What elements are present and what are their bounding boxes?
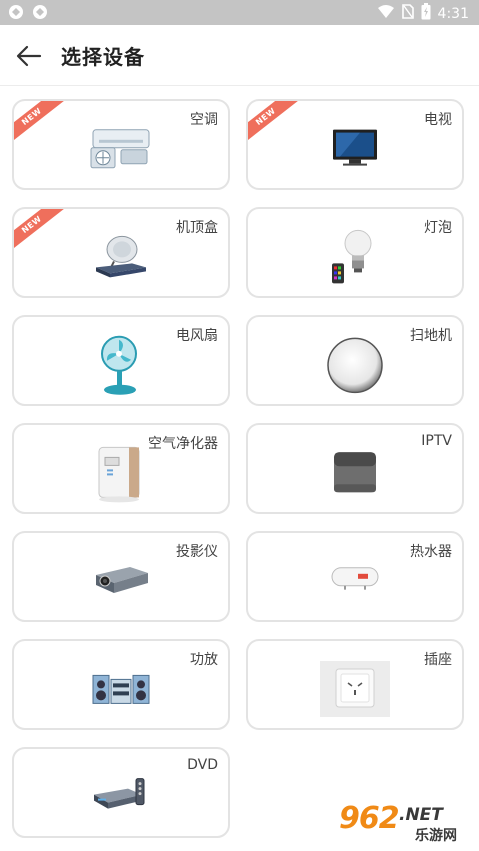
device-card-electric-fan[interactable]: 电风扇: [12, 315, 230, 406]
device-label: 插座: [424, 652, 452, 668]
water-heater-icon: [330, 565, 380, 593]
air-conditioner-icon: [89, 125, 153, 173]
device-card-air-conditioner[interactable]: NEW 空调: [12, 99, 230, 190]
dvd-player-icon: [90, 774, 152, 820]
device-label: IPTV: [421, 433, 452, 449]
power-socket-icon: [320, 660, 390, 721]
set-top-box-icon: [92, 231, 150, 285]
new-badge: NEW: [14, 209, 68, 256]
air-purifier-icon: [93, 443, 149, 507]
watermark-suffix: .NET: [399, 805, 443, 825]
device-label: 灯泡: [424, 220, 452, 236]
device-card-air-purifier[interactable]: 空气净化器: [12, 423, 230, 514]
device-label: DVD: [187, 757, 218, 773]
device-label: 扫地机: [410, 328, 452, 344]
device-label: 热水器: [410, 544, 452, 560]
amplifier-icon: [91, 667, 151, 711]
light-bulb-icon: [330, 227, 380, 291]
projector-icon: [90, 561, 152, 601]
device-card-dvd[interactable]: DVD: [12, 747, 230, 838]
device-card-tv[interactable]: NEW 电视: [246, 99, 464, 190]
watermark-site: 乐游网: [415, 828, 457, 844]
new-badge: NEW: [14, 101, 68, 148]
device-card-iptv[interactable]: IPTV: [246, 423, 464, 514]
robot-vacuum-icon: [325, 335, 385, 399]
device-label: 空气净化器: [148, 436, 218, 452]
device-label: 空调: [190, 112, 218, 128]
device-label: 功放: [190, 652, 218, 668]
new-badge: NEW: [248, 101, 302, 148]
device-card-amplifier[interactable]: 功放: [12, 639, 230, 730]
tv-icon: [330, 126, 380, 172]
device-grid: NEW 空调 NEW 电视 NEW 机顶盒 灯泡 电风扇 扫地机 空气净化器 I…: [0, 0, 479, 851]
electric-fan-icon: [97, 333, 145, 401]
device-label: 投影仪: [176, 544, 218, 560]
device-card-set-top-box[interactable]: NEW 机顶盒: [12, 207, 230, 298]
device-card-light-bulb[interactable]: 灯泡: [246, 207, 464, 298]
device-label: 电风扇: [176, 328, 218, 344]
device-card-robot-vacuum[interactable]: 扫地机: [246, 315, 464, 406]
device-label: 电视: [424, 112, 452, 128]
watermark-number: 962: [339, 801, 400, 836]
device-card-power-socket[interactable]: 插座: [246, 639, 464, 730]
watermark-logo: 962 .NET 乐游网: [337, 799, 477, 849]
device-card-water-heater[interactable]: 热水器: [246, 531, 464, 622]
device-card-projector[interactable]: 投影仪: [12, 531, 230, 622]
device-label: 机顶盒: [176, 220, 218, 236]
iptv-box-icon: [330, 448, 380, 500]
